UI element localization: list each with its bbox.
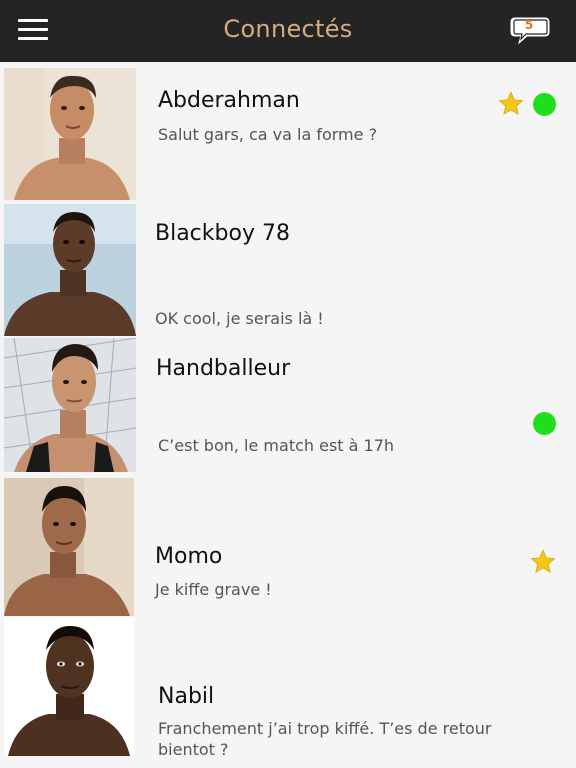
contact-row-handballeur[interactable]: Handballeur C’est bon, le match est à 17… xyxy=(0,338,576,474)
favorite-star-icon[interactable] xyxy=(529,548,557,576)
contact-name: Abderahman xyxy=(158,88,300,113)
avatar xyxy=(4,68,136,200)
contact-row-blackboy-78[interactable]: Blackboy 78 OK cool, je serais là ! xyxy=(0,204,576,338)
contact-row-momo[interactable]: Momo Je kiffe grave ! xyxy=(0,478,576,616)
unread-count-badge: 5 xyxy=(524,18,534,32)
contact-name: Handballeur xyxy=(156,356,291,381)
last-message: Je kiffe grave ! xyxy=(155,580,272,599)
app-screen: Connectés 5 Abderahman Salut gars, ca va… xyxy=(0,0,576,768)
messages-button[interactable]: 5 xyxy=(510,15,552,47)
page-title: Connectés xyxy=(223,15,353,43)
last-message: Franchement j’ai trop kiffé. T’es de ret… xyxy=(158,719,492,759)
avatar xyxy=(4,204,136,336)
online-status-dot xyxy=(533,412,556,435)
contact-row-nabil[interactable]: Nabil Franchement j’ai trop kiffé. T’es … xyxy=(0,618,576,759)
contact-name: Nabil xyxy=(158,684,215,709)
avatar xyxy=(4,478,134,616)
last-message: Salut gars, ca va la forme ? xyxy=(158,125,378,144)
last-message: C’est bon, le match est à 17h xyxy=(158,436,395,455)
avatar xyxy=(4,338,136,472)
contact-name: Blackboy 78 xyxy=(155,221,290,246)
last-message: OK cool, je serais là ! xyxy=(155,309,324,328)
top-bar: Connectés 5 xyxy=(0,0,576,62)
online-status-dot xyxy=(533,93,556,116)
avatar xyxy=(4,618,134,756)
contact-row-abderahman[interactable]: Abderahman Salut gars, ca va la forme ? xyxy=(0,68,576,202)
favorite-star-icon[interactable] xyxy=(497,90,525,118)
contact-name: Momo xyxy=(155,544,223,569)
